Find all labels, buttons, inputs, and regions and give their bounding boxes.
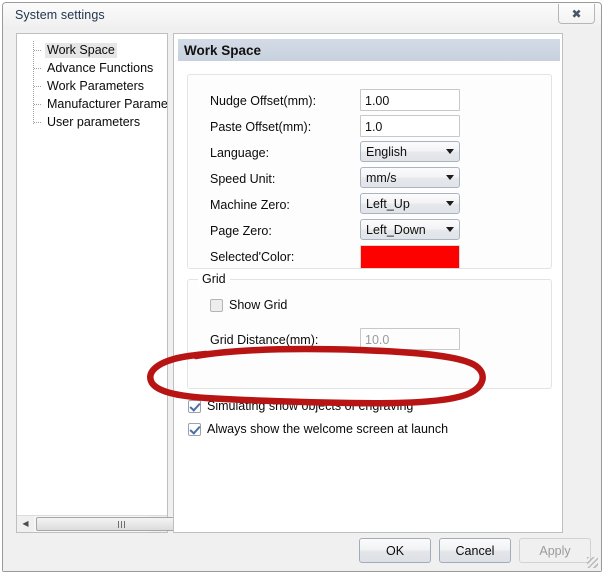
title-bar: System settings ✖ [3, 3, 601, 30]
field-row-machine-zero: Machine Zero: Left_Up [188, 193, 551, 219]
system-settings-dialog: System settings ✖ Work Space Advance Fun… [2, 2, 602, 572]
grid-distance-label: Grid Distance(mm): [210, 333, 319, 347]
scrollbar-track[interactable] [34, 516, 208, 532]
settings-tree-panel: Work Space Advance Functions Work Parame… [16, 33, 208, 533]
simulating-show-objects-label: Simulating show objects of engraving [207, 399, 414, 413]
page-zero-value: Left_Down [366, 222, 426, 237]
settings-tree[interactable]: Work Space Advance Functions Work Parame… [17, 34, 167, 514]
chevron-down-icon [441, 201, 459, 206]
settings-content-panel: Work Space Nudge Offset(mm): Paste Offse… [173, 33, 563, 533]
grid-settings-group: Grid Show Grid Grid Distance(mm): [187, 272, 552, 389]
sidebar-item-work-parameters[interactable]: Work Parameters [17, 77, 167, 95]
sidebar-item-label: Advance Functions [47, 60, 154, 75]
show-grid-label: Show Grid [229, 298, 288, 312]
chevron-down-icon [441, 175, 459, 180]
field-row-page-zero: Page Zero: Left_Down [188, 219, 551, 245]
chevron-left-icon: ◀ [22, 519, 29, 528]
machine-zero-label: Machine Zero: [210, 198, 290, 212]
sidebar-item-manufacturer-parameters[interactable]: Manufacturer Paramet [17, 95, 167, 113]
sidebar-item-work-space[interactable]: Work Space [17, 41, 167, 59]
machine-zero-value: Left_Up [366, 196, 410, 211]
field-row-speed-unit: Speed Unit: mm/s [188, 167, 551, 193]
page-title: Work Space [184, 42, 262, 58]
grid-group-legend: Grid [198, 272, 230, 286]
close-icon: ✖ [571, 6, 582, 21]
page-zero-label: Page Zero: [210, 224, 272, 238]
tree-horizontal-scrollbar[interactable]: ◀ ▶ [17, 515, 208, 532]
workspace-settings-group: Nudge Offset(mm): Paste Offset(mm): Lang… [187, 74, 552, 269]
sidebar-item-label: Work Parameters [47, 78, 145, 93]
page-zero-dropdown[interactable]: Left_Down [360, 219, 460, 240]
machine-zero-dropdown[interactable]: Left_Up [360, 193, 460, 214]
grip-lines-icon [118, 520, 126, 528]
field-row-language: Language: English [188, 141, 551, 167]
language-value: English [366, 144, 407, 159]
close-button[interactable]: ✖ [558, 4, 595, 24]
sidebar-item-label: Work Space [45, 42, 117, 58]
section-header: Work Space [178, 39, 560, 61]
chevron-down-icon [441, 149, 459, 154]
speed-unit-value: mm/s [366, 170, 397, 185]
screenshot-root: System settings ✖ Work Space Advance Fun… [0, 0, 606, 577]
simulating-show-objects-row[interactable]: Simulating show objects of engraving [188, 399, 413, 413]
window-title: System settings [15, 8, 105, 22]
sidebar-item-label: User parameters [47, 114, 141, 129]
paste-offset-label: Paste Offset(mm): [210, 120, 312, 134]
show-grid-checkbox-row[interactable]: Show Grid [210, 298, 287, 312]
always-show-welcome-label: Always show the welcome screen at launch [207, 422, 449, 436]
always-show-welcome-checkbox[interactable] [188, 422, 201, 436]
always-show-welcome-row[interactable]: Always show the welcome screen at launch [188, 422, 448, 436]
apply-button: Apply [519, 538, 591, 563]
speed-unit-label: Speed Unit: [210, 172, 276, 186]
sidebar-item-label: Manufacturer Paramet [47, 96, 167, 111]
field-row-paste-offset: Paste Offset(mm): [188, 115, 551, 141]
grid-distance-input[interactable] [360, 328, 460, 350]
show-grid-checkbox[interactable] [210, 298, 223, 312]
dialog-client-area: Work Space Advance Functions Work Parame… [3, 30, 601, 571]
sidebar-item-advance-functions[interactable]: Advance Functions [17, 59, 167, 77]
language-dropdown[interactable]: English [360, 141, 460, 162]
field-row-selected-color: Selected'Color: [188, 245, 551, 271]
cancel-button[interactable]: Cancel [439, 538, 511, 563]
language-label: Language: [210, 146, 270, 160]
dialog-footer: OK Cancel Apply [3, 538, 601, 572]
selected-color-label: Selected'Color: [210, 250, 295, 264]
simulating-show-objects-checkbox[interactable] [188, 399, 201, 413]
resize-grip-icon[interactable] [587, 557, 598, 568]
sidebar-item-user-parameters[interactable]: User parameters [17, 113, 167, 131]
paste-offset-input[interactable] [360, 115, 460, 137]
field-row-grid-distance: Grid Distance(mm): [188, 328, 551, 354]
nudge-offset-label: Nudge Offset(mm): [210, 94, 317, 108]
field-row-nudge-offset: Nudge Offset(mm): [188, 89, 551, 115]
nudge-offset-input[interactable] [360, 89, 460, 111]
scroll-left-button[interactable]: ◀ [17, 516, 34, 532]
selected-color-swatch[interactable] [360, 245, 460, 269]
speed-unit-dropdown[interactable]: mm/s [360, 167, 460, 188]
chevron-down-icon [441, 227, 459, 232]
ok-button[interactable]: OK [359, 538, 431, 563]
